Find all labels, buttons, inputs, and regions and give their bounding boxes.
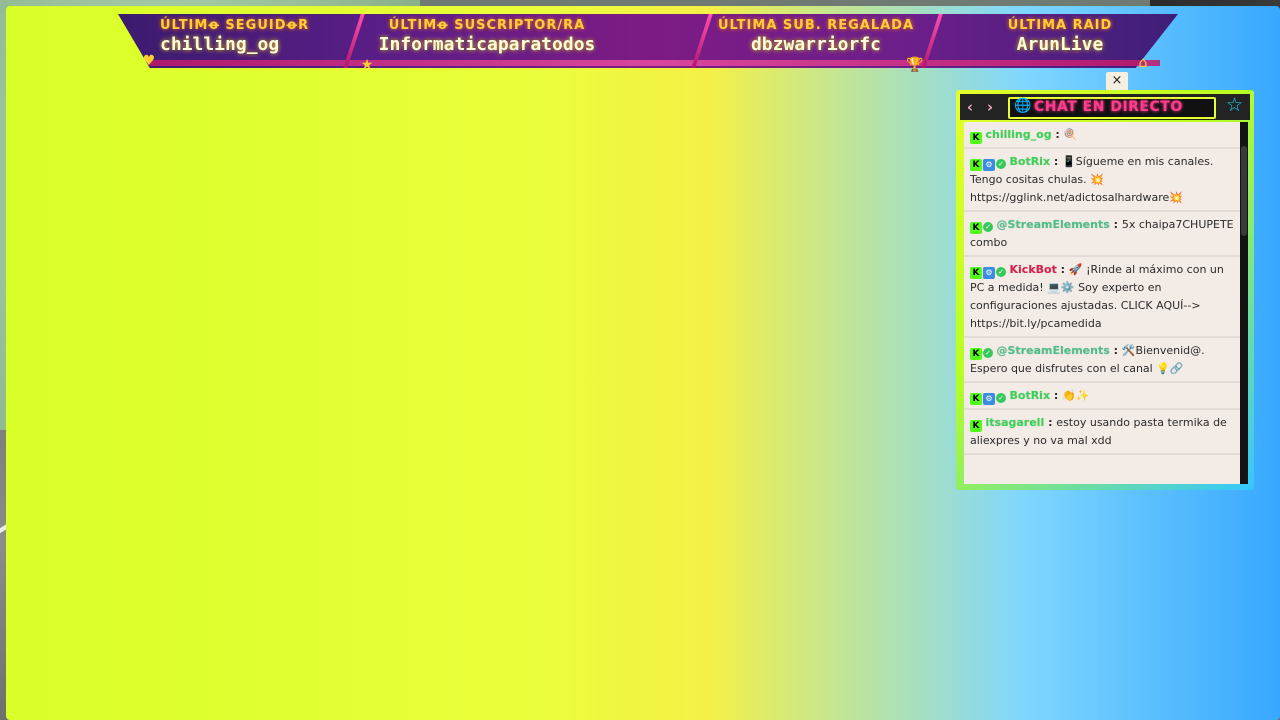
chat-scrollbar-thumb[interactable] (1241, 146, 1247, 236)
chat-message: K itsagarell : estoy usando pasta termik… (964, 410, 1240, 455)
chat-message: K ⚙ ✓ BotRix : 👏✨ (964, 383, 1240, 410)
shelf-cutout (845, 336, 895, 358)
kick-badge-icon: K (970, 222, 982, 234)
verified-badge-icon: ✓ (996, 393, 1006, 403)
last-gifted-sub-name: dbzwarriorfc (750, 34, 882, 55)
chat-title-box: 🌐 CHAT EN DIRECTO (1008, 97, 1216, 119)
bot-badge-icon: ⚙ (983, 393, 995, 405)
chat-prev-button[interactable]: ‹ (962, 98, 978, 116)
star-outline-icon[interactable]: ☆ (1226, 94, 1243, 116)
chat-close-button[interactable]: × (1106, 72, 1128, 90)
last-subscriber: ÚLTIMꝋ SUSCRIPTOR/RA Informaticaparatodo… (372, 14, 602, 68)
heart-icon: ♥ (142, 53, 156, 69)
chat-separator: : (1050, 389, 1063, 402)
chat-message-text: 🍭 (1063, 128, 1078, 141)
chat-separator: : (1109, 218, 1122, 231)
chat-scrollbar[interactable] (1240, 122, 1248, 484)
chat-message-text: 🚀 ¡Rinde al máximo con un PC a medida! 💻… (970, 263, 1224, 330)
chat-username[interactable]: chilling_og (986, 128, 1052, 141)
kick-badge-icon: K (970, 132, 982, 144)
chat-username[interactable]: BotRix (1010, 389, 1051, 402)
chat-message: K ✓ @StreamElements : 5x chaipa7CHUPETE c… (964, 212, 1240, 257)
globe-icon: 🌐 (1014, 98, 1032, 114)
live-chat-widget: × ‹ › 🌐 CHAT EN DIRECTO ☆ K chilling_og … (956, 72, 1254, 492)
chat-username[interactable]: BotRix (1010, 155, 1051, 168)
kick-badge-icon: K (970, 393, 982, 405)
last-raid-name: ArunLive (1016, 34, 1104, 55)
shelf-cutout (757, 344, 835, 360)
kick-badge-icon: K (970, 348, 982, 360)
chipset-heatsink (630, 108, 700, 168)
last-follower: ÚLTIMꝋ SEGUIDꝋR chilling_og (160, 14, 310, 68)
chat-username[interactable]: KickBot (1010, 263, 1057, 276)
chat-separator: : (1050, 155, 1063, 168)
chat-message: K ⚙ ✓ KickBot : 🚀 ¡Rinde al máximo con un … (964, 257, 1240, 338)
verified-badge-icon: ✓ (983, 222, 993, 232)
cmos-battery (512, 100, 552, 140)
last-follower-caption: ÚLTIMꝋ SEGUIDꝋR (160, 18, 310, 33)
kick-badge-icon: K (970, 420, 982, 432)
chat-separator: : (1044, 416, 1057, 429)
chat-message: K ✓ @StreamElements : 🛠️Bienvenid@. Esper… (964, 338, 1240, 383)
chat-username[interactable]: @StreamElements (997, 344, 1110, 357)
bot-badge-icon: ⚙ (983, 159, 995, 171)
verified-badge-icon: ✓ (996, 267, 1006, 277)
kick-badge-icon: K (970, 267, 982, 279)
chat-title: CHAT EN DIRECTO (1034, 99, 1183, 115)
chat-message: K ⚙ ✓ BotRix : 📱Sígueme en mis canales. Te… (964, 149, 1240, 212)
chat-next-button[interactable]: › (982, 98, 998, 116)
chat-message-text: 👏✨ (1062, 389, 1090, 402)
last-raid: ÚLTIMA RAID ArunLive (980, 14, 1140, 68)
last-subscriber-caption: ÚLTIMꝋ SUSCRIPTOR/RA (388, 18, 586, 33)
chat-message: K chilling_og : 🍭 (964, 122, 1240, 149)
verified-badge-icon: ✓ (983, 348, 993, 358)
bot-badge-icon: ⚙ (983, 267, 995, 279)
last-gifted-sub: ÚLTIMA SUB. REGALADA dbzwarriorfc (716, 14, 916, 68)
chat-message-list[interactable]: K chilling_og : 🍭 K ⚙ ✓ BotRix : 📱Sígueme e… (964, 122, 1240, 484)
last-raid-caption: ÚLTIMA RAID (1007, 18, 1113, 33)
chat-username[interactable]: @StreamElements (997, 218, 1110, 231)
last-follower-name: chilling_og (160, 34, 280, 55)
last-gifted-sub-caption: ÚLTIMA SUB. REGALADA (717, 18, 915, 33)
last-subscriber-name: Informaticaparatodos (378, 34, 596, 55)
chat-separator: : (1056, 263, 1069, 276)
chat-separator: : (1051, 128, 1064, 141)
power-strip (14, 580, 80, 690)
pc-case-front-panel (362, 80, 472, 720)
chat-message-text: 📱Sígueme en mis canales. Tengo cositas c… (970, 155, 1214, 204)
verified-badge-icon: ✓ (996, 159, 1006, 169)
chat-username[interactable]: itsagarell (986, 416, 1045, 429)
chat-separator: : (1109, 344, 1122, 357)
kick-badge-icon: K (970, 159, 982, 171)
